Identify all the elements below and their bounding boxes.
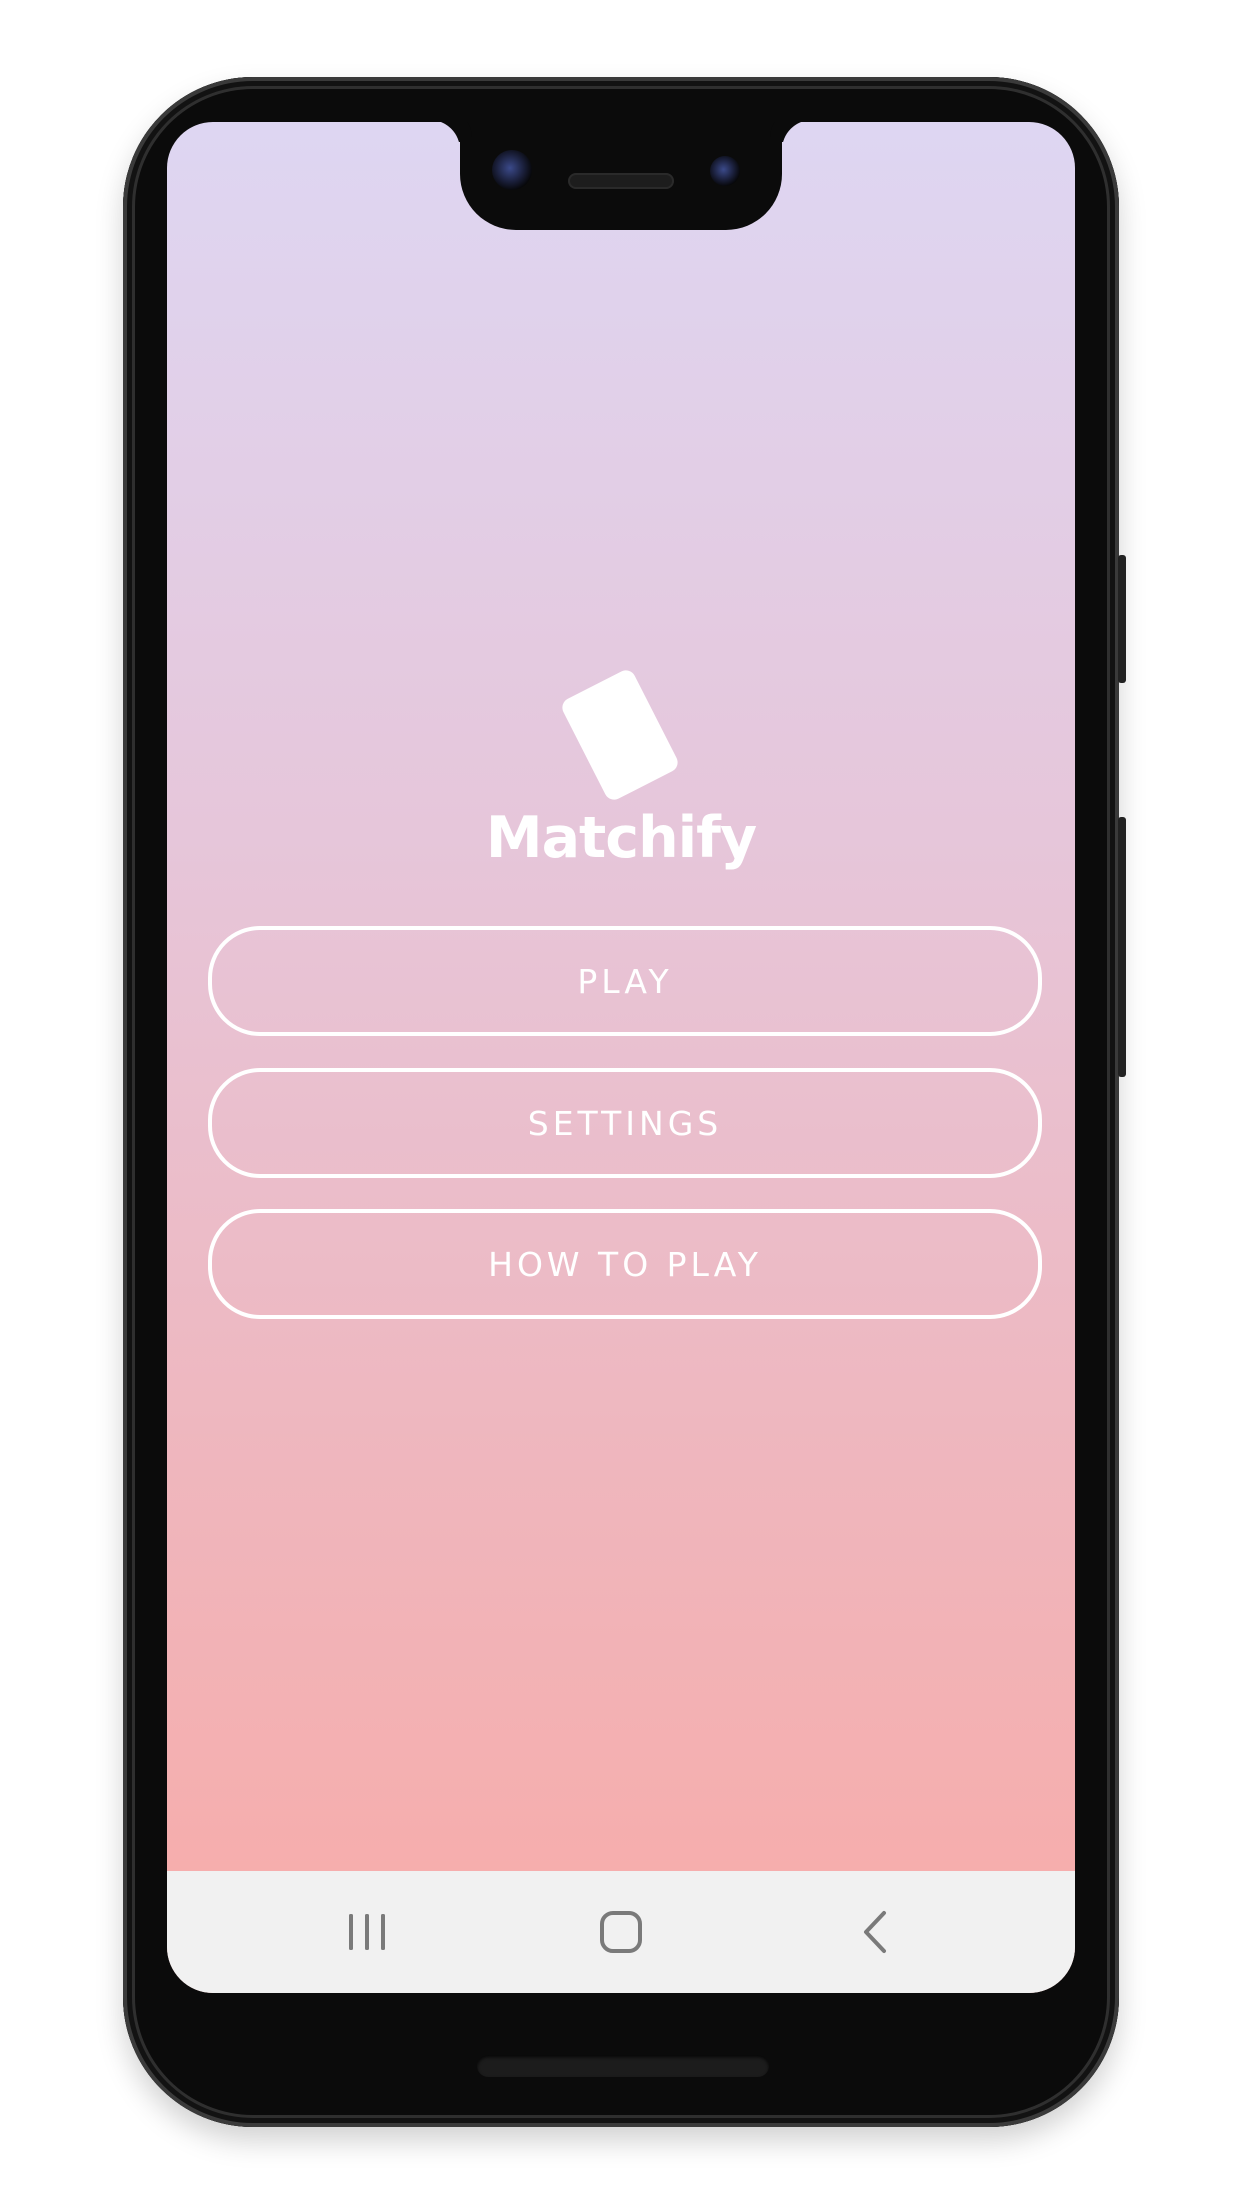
display-notch	[460, 122, 782, 230]
front-camera-icon	[492, 150, 532, 190]
back-icon	[864, 1911, 886, 1953]
home-icon	[600, 1911, 642, 1953]
how-to-play-button-label: HOW TO PLAY	[488, 1244, 762, 1284]
hardware-home-indicator	[477, 2055, 769, 2077]
how-to-play-button[interactable]: HOW TO PLAY	[208, 1209, 1042, 1319]
play-button[interactable]: PLAY	[208, 926, 1042, 1036]
recent-apps-icon	[349, 1914, 385, 1950]
app-screen: Matchify PLAY SETTINGS HOW TO PLAY	[167, 122, 1075, 1993]
power-button	[1118, 555, 1126, 683]
device-frame: Matchify PLAY SETTINGS HOW TO PLAY	[0, 0, 1242, 2208]
play-button-label: PLAY	[577, 961, 673, 1001]
system-nav-bar	[167, 1871, 1075, 1993]
settings-button-label: SETTINGS	[527, 1103, 723, 1143]
settings-button[interactable]: SETTINGS	[208, 1068, 1042, 1178]
home-button[interactable]	[561, 1871, 681, 1993]
front-sensor-icon	[710, 156, 740, 186]
app-title: Matchify	[485, 805, 757, 871]
volume-rocker	[1118, 817, 1126, 1077]
recent-apps-button[interactable]	[307, 1871, 427, 1993]
earpiece-speaker	[568, 173, 674, 189]
card-icon	[558, 666, 682, 804]
back-button[interactable]	[815, 1871, 935, 1993]
